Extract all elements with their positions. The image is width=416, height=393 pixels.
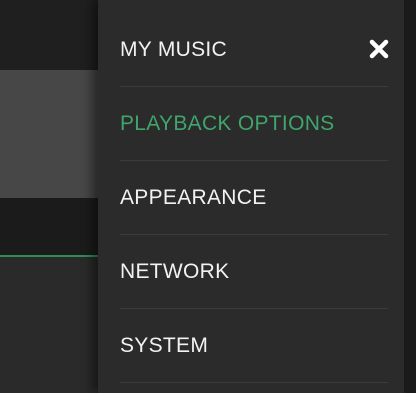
background-header [0, 0, 100, 70]
menu-item-label: NETWORK [120, 259, 230, 283]
background-panel [0, 70, 100, 198]
background-row [0, 198, 100, 256]
menu-item-system[interactable]: SYSTEM [120, 309, 388, 383]
menu-item-playback-options[interactable]: PLAYBACK OPTIONS [120, 87, 388, 161]
menu-item-network[interactable]: NETWORK [120, 235, 388, 309]
background-content [0, 257, 100, 393]
menu-item-label: APPEARANCE [120, 185, 267, 209]
menu-item-label: PLAYBACK OPTIONS [120, 111, 335, 135]
settings-menu-drawer: MY MUSIC PLAYBACK OPTIONS APPEARANCE NET… [98, 0, 404, 393]
menu-item-label: MY MUSIC [120, 37, 228, 61]
menu-item-label: SYSTEM [120, 333, 209, 357]
close-icon[interactable] [368, 38, 390, 60]
menu-item-appearance[interactable]: APPEARANCE [120, 161, 388, 235]
menu-item-my-music[interactable]: MY MUSIC [120, 13, 388, 87]
app-screen: ⚙ MY MUSIC PLAYBACK OPTIONS APPEARANCE N… [0, 0, 416, 393]
drawer-edge [404, 0, 416, 393]
